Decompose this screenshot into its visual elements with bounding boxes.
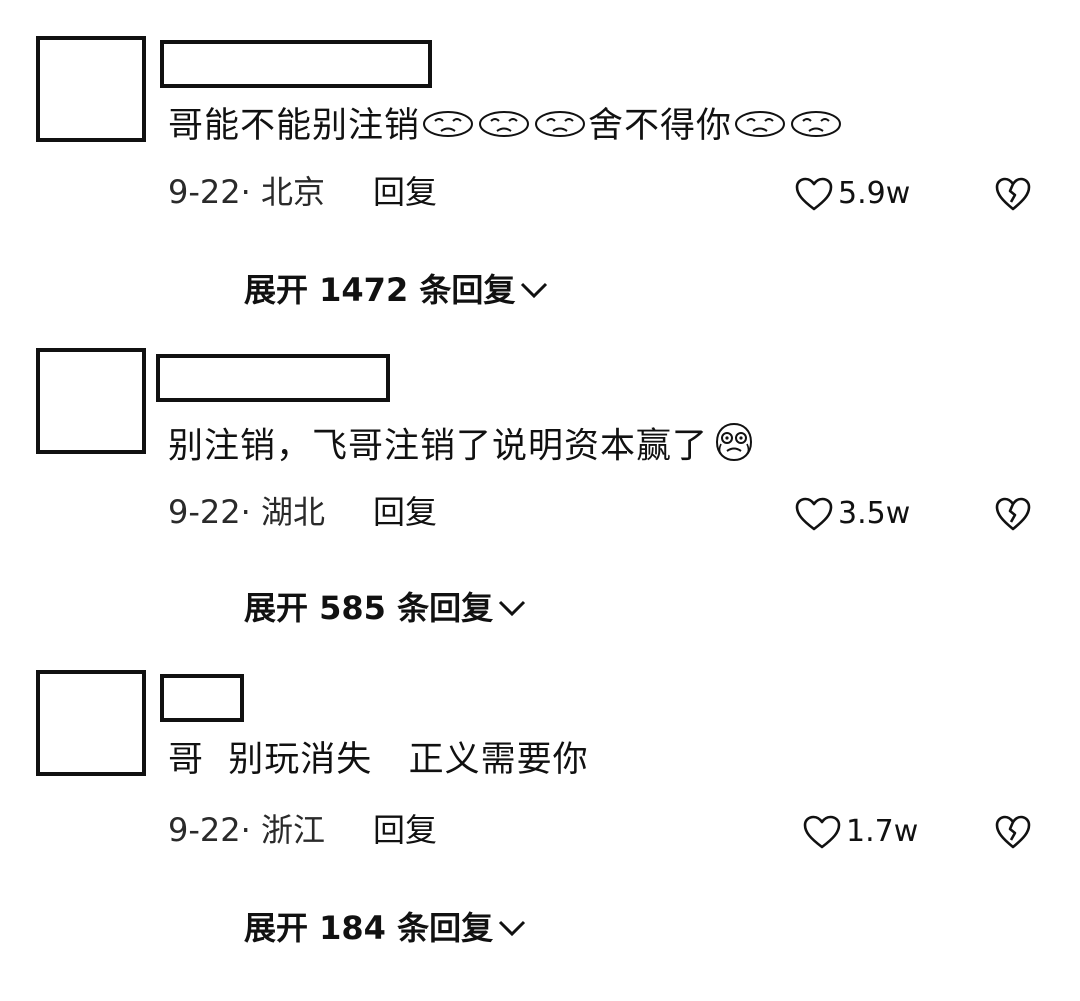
expand-replies-label: 展开 585 条回复: [244, 589, 494, 627]
comment-meta: 9-22· 浙江 回复: [168, 810, 437, 850]
date-location: 9-22· 湖北: [168, 493, 325, 531]
comment-meta: 9-22· 北京 回复: [168, 172, 437, 212]
comment-text: 别注销，飞哥注销了说明资本赢了: [168, 420, 760, 475]
like-button[interactable]: 3.5w: [794, 494, 910, 534]
comment-meta: 9-22· 湖北 回复: [168, 492, 437, 532]
like-button[interactable]: 1.7w: [802, 812, 918, 852]
dislike-button[interactable]: [994, 496, 1032, 536]
sad-face-emoji-icon: [477, 105, 531, 150]
comment-text-part: 哥 别玩消失 正义需要你: [168, 740, 589, 780]
chevron-down-icon: [521, 282, 548, 299]
like-count: 1.7w: [846, 814, 919, 849]
comment-text: 哥能不能别注销 舍不得你: [168, 104, 844, 150]
username-redacted[interactable]: [160, 674, 244, 722]
comment-text-part: 舍不得你: [588, 106, 733, 146]
comment-text-part: 别注销，飞哥注销了说明资本赢了: [168, 426, 709, 467]
username-redacted[interactable]: [156, 354, 390, 402]
username-redacted[interactable]: [160, 40, 432, 88]
date-location: 9-22· 浙江: [168, 811, 325, 849]
date-location: 9-22· 北京: [168, 173, 325, 211]
sad-face-emoji-icon: [421, 105, 475, 150]
expand-replies-button[interactable]: 展开 585 条回复: [244, 588, 527, 628]
comment-text-part: 哥能不能别注销: [168, 106, 421, 146]
avatar[interactable]: [36, 36, 146, 142]
broken-heart-icon: [995, 815, 1031, 849]
expand-replies-button[interactable]: 展开 184 条回复: [244, 908, 527, 948]
heart-outline-icon: [795, 497, 833, 531]
dislike-button[interactable]: [994, 176, 1032, 216]
reply-button[interactable]: 回复: [373, 810, 437, 850]
heart-outline-icon: [795, 177, 833, 211]
broken-heart-icon: [995, 177, 1031, 211]
avatar[interactable]: [36, 348, 146, 454]
dislike-button[interactable]: [994, 814, 1032, 854]
heart-outline-icon: [803, 815, 841, 849]
chevron-down-icon: [499, 600, 526, 617]
chevron-down-icon: [499, 920, 526, 937]
expand-replies-label: 展开 1472 条回复: [244, 271, 516, 309]
like-count: 5.9w: [838, 176, 911, 211]
sad-face-emoji-icon: [533, 105, 587, 150]
expand-replies-button[interactable]: 展开 1472 条回复: [244, 270, 549, 310]
expand-replies-label: 展开 184 条回复: [244, 909, 494, 947]
reply-button[interactable]: 回复: [373, 172, 437, 212]
like-button[interactable]: 5.9w: [794, 174, 910, 214]
sad-face-emoji-icon: [733, 105, 787, 150]
avatar[interactable]: [36, 670, 146, 776]
like-count: 3.5w: [838, 496, 911, 531]
broken-heart-icon: [995, 497, 1031, 531]
crying-face-emoji-icon: [709, 420, 759, 475]
comment-text: 哥 别玩消失 正义需要你: [168, 738, 589, 782]
sad-face-emoji-icon: [789, 105, 843, 150]
reply-button[interactable]: 回复: [373, 492, 437, 532]
